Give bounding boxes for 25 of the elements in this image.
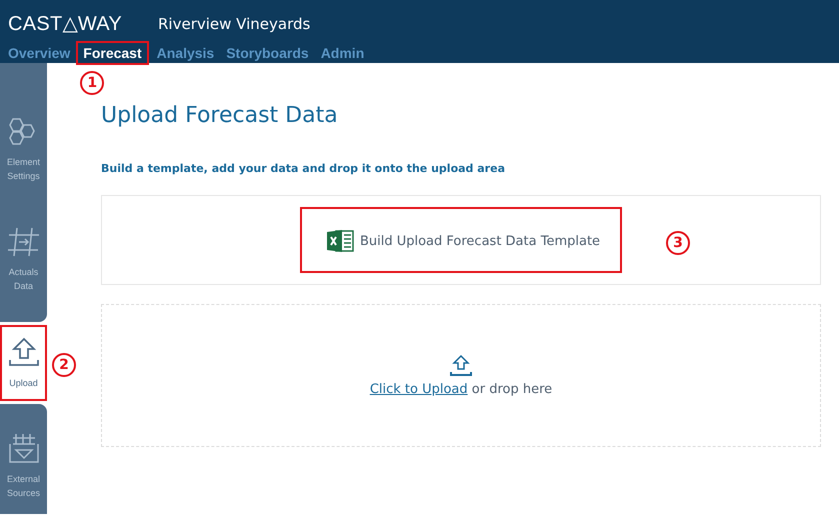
sidebar-label: Element Settings [6,156,40,183]
nav-tab[interactable]: Admin [320,43,376,63]
sidebar-label: Upload [9,377,38,390]
nav-tab[interactable]: Analysis [156,43,226,63]
instruction-text: Build a template, add your data and drop it onto the upload area [101,162,506,175]
grid-arrow-icon [6,225,40,259]
spreadsheet-icon [326,229,354,253]
nav-tab[interactable]: Storyboards [226,43,321,63]
upload-link[interactable]: Click to Upload [370,382,468,397]
upload-dropzone[interactable]: Click to Upload or drop here [101,304,821,447]
page-title: Upload Forecast Data [101,103,339,128]
annotation-number: 1 [80,71,104,95]
sidebar-item[interactable]: External Sources [0,404,47,514]
sidebar-item[interactable]: Element Settings [0,115,47,183]
logo: CAST△WAY [8,12,124,36]
drop-hint: or drop here [472,382,552,397]
annotation-number: 2 [52,353,76,377]
import-icon [6,432,40,466]
sidebar-label: Actuals Data [8,266,38,293]
upload-icon [449,354,473,378]
sidebar-item[interactable]: Actuals Data [0,225,47,293]
app-title: Riverview Vineyards [158,14,310,32]
build-template-button[interactable]: Build Upload Forecast Data Template [302,209,620,271]
annotation-number: 3 [666,231,690,255]
sidebar-label: External Sources [6,473,40,500]
